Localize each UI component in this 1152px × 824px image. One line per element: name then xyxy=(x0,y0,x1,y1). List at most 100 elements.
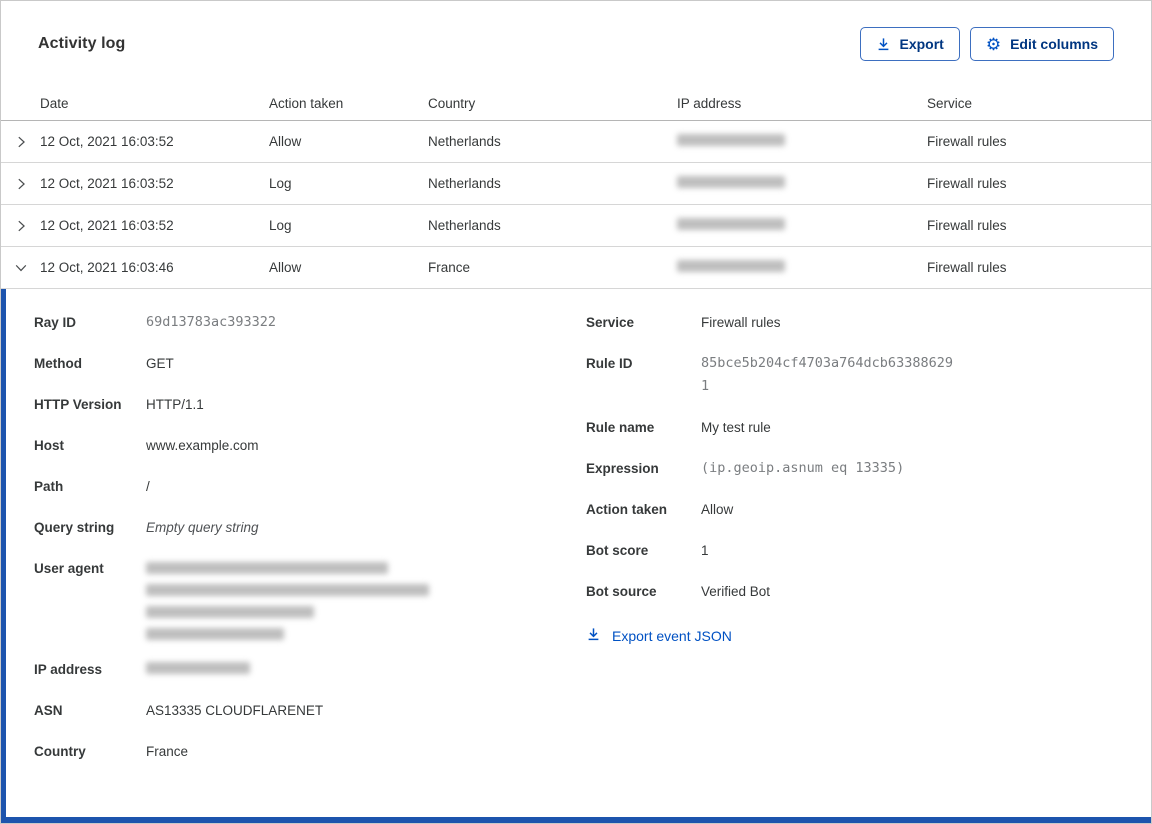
page-title: Activity log xyxy=(38,35,126,52)
column-header-ip-address: IP address xyxy=(677,96,742,111)
detail-field-http-version: HTTP Version HTTP/1.1 xyxy=(34,393,586,416)
field-label: Action taken xyxy=(586,502,668,517)
field-value: Allow xyxy=(701,502,734,517)
table-row[interactable]: 12 Oct, 2021 16:03:52 Log Netherlands Fi… xyxy=(1,205,1151,247)
detail-field-ray-id: Ray ID 69d13783ac393322 xyxy=(34,311,586,334)
row-service: Firewall rules xyxy=(927,260,1007,275)
field-label: Method xyxy=(34,356,82,371)
field-value: My test rule xyxy=(701,420,771,435)
detail-field-expression: Expression (ip.geoip.asnum eq 13335) xyxy=(586,457,1151,480)
table-row[interactable]: 12 Oct, 2021 16:03:52 Allow Netherlands … xyxy=(1,121,1151,163)
detail-field-action-taken: Action taken Allow xyxy=(586,498,1151,521)
field-label: Query string xyxy=(34,520,115,535)
detail-field-bot-score: Bot score 1 xyxy=(586,539,1151,562)
field-label: ASN xyxy=(34,703,63,718)
detail-field-rule-id: Rule ID 85bce5b204cf4703a764dcb633886291 xyxy=(586,352,1151,398)
row-ip xyxy=(677,260,927,275)
detail-field-rule-name: Rule name My test rule xyxy=(586,416,1151,439)
field-value: 1 xyxy=(701,543,709,558)
detail-field-bot-source: Bot source Verified Bot xyxy=(586,580,1151,603)
field-value: www.example.com xyxy=(146,438,259,453)
field-value: AS13335 CLOUDFLARENET xyxy=(146,703,324,718)
download-icon xyxy=(876,37,891,52)
detail-field-query-string: Query string Empty query string xyxy=(34,516,586,539)
field-value: France xyxy=(146,744,189,759)
export-event-json-label: Export event JSON xyxy=(612,628,732,644)
field-value: / xyxy=(146,479,150,494)
row-action: Log xyxy=(269,176,292,191)
field-label: Rule ID xyxy=(586,356,633,371)
download-icon xyxy=(586,627,601,645)
edit-columns-button-label: Edit columns xyxy=(1010,36,1098,52)
detail-field-asn: ASN AS13335 CLOUDFLARENET xyxy=(34,699,586,722)
header: Activity log Export ⚙︎ Edit columns xyxy=(1,1,1151,87)
field-value: Firewall rules xyxy=(701,315,781,330)
row-ip xyxy=(677,176,927,191)
export-event-json-link[interactable]: Export event JSON xyxy=(586,627,732,645)
row-country: France xyxy=(428,260,471,275)
row-action: Allow xyxy=(269,260,302,275)
field-value: Verified Bot xyxy=(701,584,771,599)
detail-field-host: Host www.example.com xyxy=(34,434,586,457)
row-date: 12 Oct, 2021 16:03:52 xyxy=(40,134,174,149)
row-country: Netherlands xyxy=(428,134,501,149)
redacted-user-agent-value xyxy=(146,557,429,640)
row-country: Netherlands xyxy=(428,176,501,191)
activity-log-panel: Activity log Export ⚙︎ Edit columns Date… xyxy=(0,0,1152,824)
table-row[interactable]: 12 Oct, 2021 16:03:52 Log Netherlands Fi… xyxy=(1,163,1151,205)
gear-icon: ⚙︎ xyxy=(985,34,1002,54)
redacted-ip-value xyxy=(146,662,250,674)
chevron-right-icon[interactable] xyxy=(1,135,40,149)
row-country: Netherlands xyxy=(428,218,501,233)
row-ip xyxy=(677,134,927,149)
redacted-ip-value xyxy=(677,260,785,272)
field-label: Bot score xyxy=(586,543,649,558)
column-header-country: Country xyxy=(428,96,476,111)
chevron-right-icon[interactable] xyxy=(1,219,40,233)
field-label: Service xyxy=(586,315,635,330)
chevron-right-icon[interactable] xyxy=(1,177,40,191)
event-detail-panel: Ray ID 69d13783ac393322 Method GET HTTP … xyxy=(1,289,1151,819)
row-service: Firewall rules xyxy=(927,218,1007,233)
field-label: User agent xyxy=(34,561,104,576)
export-button-label: Export xyxy=(899,36,944,52)
detail-field-user-agent: User agent xyxy=(34,557,586,640)
field-label: Bot source xyxy=(586,584,657,599)
field-value: (ip.geoip.asnum eq 13335) xyxy=(701,460,905,476)
row-service: Firewall rules xyxy=(927,134,1007,149)
row-date: 12 Oct, 2021 16:03:52 xyxy=(40,218,174,233)
export-button[interactable]: Export xyxy=(859,27,960,61)
field-value: GET xyxy=(146,356,174,371)
field-label: Host xyxy=(34,438,64,453)
row-date: 12 Oct, 2021 16:03:46 xyxy=(40,260,174,275)
detail-field-country: Country France xyxy=(34,740,586,763)
detail-field-ip-address: IP address xyxy=(34,658,586,681)
field-label: Ray ID xyxy=(34,315,77,330)
field-value: 85bce5b204cf4703a764dcb633886291 xyxy=(701,355,953,394)
detail-field-service: Service Firewall rules xyxy=(586,311,1151,334)
table-header: Date Action taken Country IP address Ser… xyxy=(1,87,1151,121)
detail-field-method: Method GET xyxy=(34,352,586,375)
redacted-ip-value xyxy=(677,218,785,230)
redacted-ip-value xyxy=(677,134,785,146)
field-value: Empty query string xyxy=(146,520,259,535)
field-label: Rule name xyxy=(586,420,655,435)
field-label: Expression xyxy=(586,461,659,476)
field-value: HTTP/1.1 xyxy=(146,397,204,412)
row-action: Log xyxy=(269,218,292,233)
row-ip xyxy=(677,218,927,233)
row-date: 12 Oct, 2021 16:03:52 xyxy=(40,176,174,191)
field-label: IP address xyxy=(34,662,103,677)
field-label: Country xyxy=(34,744,86,759)
header-actions: Export ⚙︎ Edit columns xyxy=(859,27,1114,61)
detail-field-path: Path / xyxy=(34,475,586,498)
chevron-down-icon[interactable] xyxy=(1,261,40,275)
column-header-service: Service xyxy=(927,96,973,111)
field-value: 69d13783ac393322 xyxy=(146,314,277,330)
row-action: Allow xyxy=(269,134,302,149)
table-row-expanded[interactable]: 12 Oct, 2021 16:03:46 Allow France Firew… xyxy=(1,247,1151,289)
panel-bottom-accent-bar xyxy=(1,817,1151,823)
row-service: Firewall rules xyxy=(927,176,1007,191)
field-label: Path xyxy=(34,479,64,494)
edit-columns-button[interactable]: ⚙︎ Edit columns xyxy=(969,27,1114,61)
